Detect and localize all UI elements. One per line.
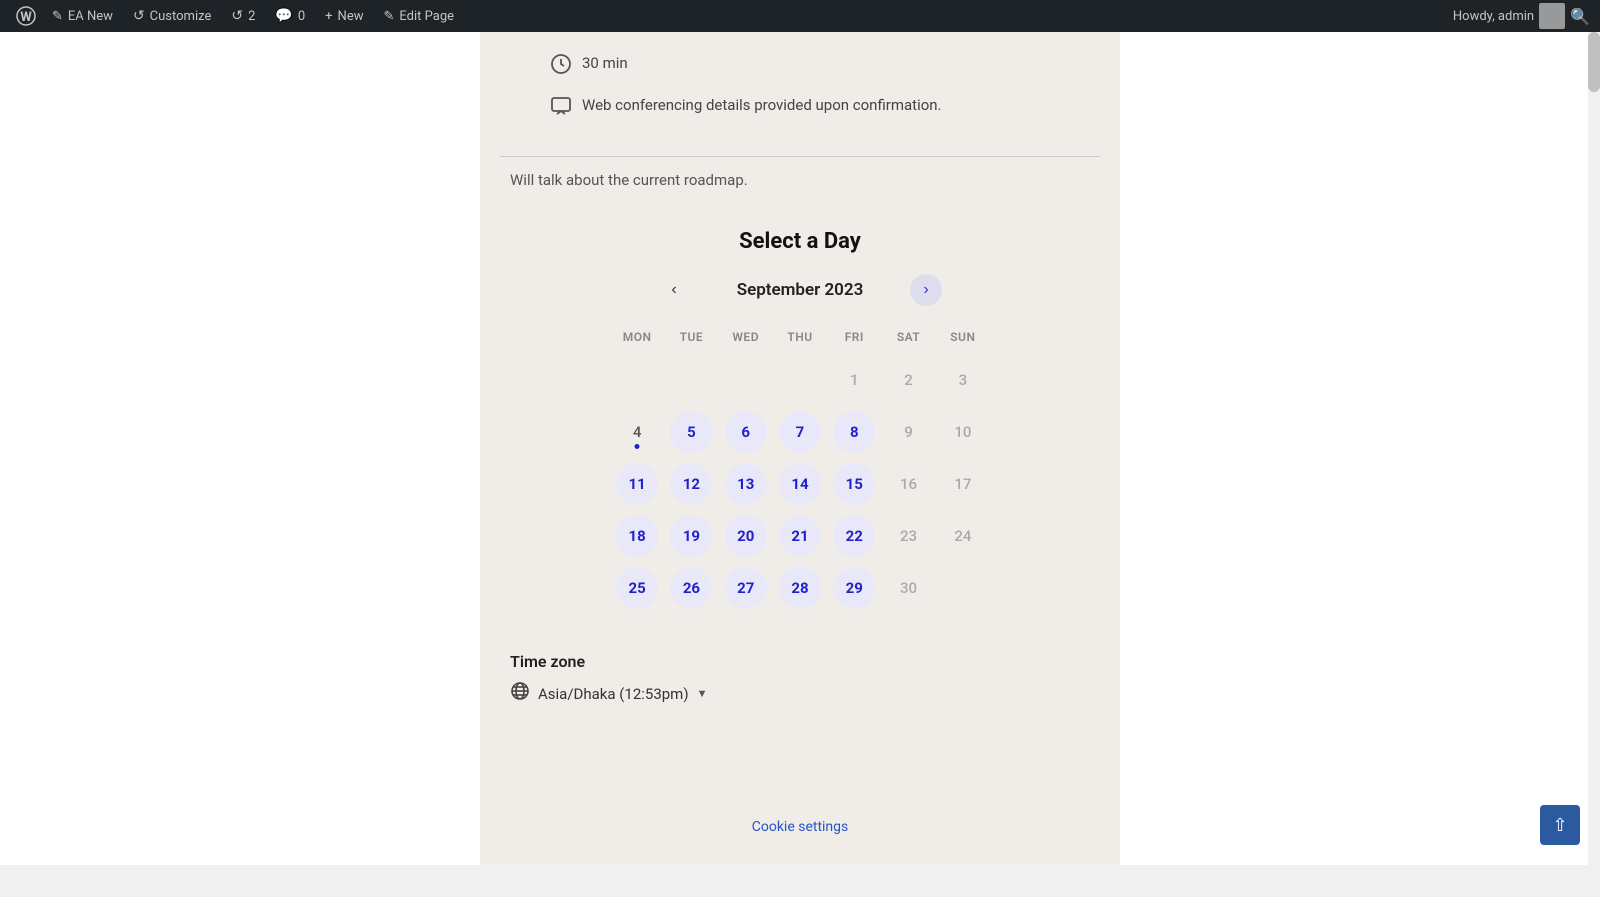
next-month-button[interactable]: ›: [910, 274, 942, 306]
calendar-day: 30: [881, 564, 935, 612]
calendar-day[interactable]: 5: [664, 408, 718, 456]
calendar-day[interactable]: 25: [610, 564, 664, 612]
day-header-wed: WED: [719, 326, 773, 348]
day-header-fri: FRI: [827, 326, 881, 348]
calendar-day[interactable]: 27: [719, 564, 773, 612]
calendar-day: 17: [936, 460, 990, 508]
calendar-day: 1: [827, 356, 881, 404]
svg-text:W: W: [20, 10, 32, 25]
calendar-nav: ‹ September 2023 ›: [510, 274, 1090, 306]
day-headers: MON TUE WED THU FRI SAT SUN: [610, 326, 990, 348]
calendar-day[interactable]: 7: [773, 408, 827, 456]
calendar-section: Select a Day ‹ September 2023 › MON TUE …: [480, 209, 1120, 632]
calendar-day[interactable]: 4: [610, 408, 664, 456]
customize-icon: ↺: [133, 8, 145, 24]
calendar-day[interactable]: 29: [827, 564, 881, 612]
calendar-day: 23: [881, 512, 935, 560]
calendar-title: Select a Day: [510, 229, 1090, 254]
calendar-day: [664, 356, 718, 404]
roadmap-text: Will talk about the current roadmap.: [480, 157, 1120, 209]
calendar-day[interactable]: 14: [773, 460, 827, 508]
calendar-day: 9: [881, 408, 935, 456]
avatar[interactable]: [1539, 3, 1565, 29]
cookie-settings-section: Cookie settings: [480, 796, 1120, 855]
duration-row: 30 min: [550, 52, 1050, 80]
calendar-day[interactable]: 11: [610, 460, 664, 508]
monitor-icon: [550, 95, 572, 122]
timezone-label: Time zone: [510, 652, 1090, 671]
new-label: New: [338, 9, 364, 24]
page-wrapper: 30 min Web conferencing details provided…: [0, 32, 1600, 865]
customize-label: Customize: [150, 9, 212, 24]
calendar-day[interactable]: 26: [664, 564, 718, 612]
scrollbar-track[interactable]: [1588, 32, 1600, 865]
timezone-dropdown-icon: ▼: [697, 687, 708, 700]
adminbar-new[interactable]: + New: [315, 0, 373, 32]
conferencing-text: Web conferencing details provided upon c…: [582, 94, 942, 117]
admin-bar: W ✎ EA New ↺ Customize ↺ 2 💬 0 + New ✎ E…: [0, 0, 1600, 32]
calendar-grid: MON TUE WED THU FRI SAT SUN 123456789101…: [610, 326, 990, 612]
comments-icon: 💬: [275, 8, 292, 24]
adminbar-revisions[interactable]: ↺ 2: [221, 0, 265, 32]
conferencing-row: Web conferencing details provided upon c…: [550, 94, 1050, 122]
calendar-day[interactable]: 15: [827, 460, 881, 508]
adminbar-right: Howdy, admin 🔍: [1453, 3, 1590, 29]
calendar-days: 1234567891011121314151617181920212223242…: [610, 356, 990, 612]
globe-icon: [510, 681, 530, 706]
calendar-day: 10: [936, 408, 990, 456]
cookie-settings-link[interactable]: Cookie settings: [752, 819, 849, 835]
calendar-day[interactable]: 22: [827, 512, 881, 560]
adminbar-ea-new[interactable]: ✎ EA New: [42, 0, 123, 32]
new-icon: +: [325, 9, 332, 24]
calendar-day: [773, 356, 827, 404]
day-header-sat: SAT: [881, 326, 935, 348]
comments-count: 0: [298, 9, 305, 24]
prev-month-button[interactable]: ‹: [658, 274, 690, 306]
duration-text: 30 min: [582, 52, 628, 75]
timezone-value: Asia/Dhaka (12:53pm): [538, 685, 689, 703]
wp-logo[interactable]: W: [10, 0, 42, 32]
revisions-count: 2: [248, 9, 255, 24]
calendar-day: [936, 564, 990, 612]
timezone-section: Time zone Asia/Dhaka (12:53pm) ▼: [480, 632, 1120, 716]
day-header-thu: THU: [773, 326, 827, 348]
month-label: September 2023: [710, 280, 890, 300]
calendar-day: 3: [936, 356, 990, 404]
timezone-selector[interactable]: Asia/Dhaka (12:53pm) ▼: [510, 681, 1090, 706]
ea-new-label: EA New: [68, 9, 113, 24]
calendar-day[interactable]: 6: [719, 408, 773, 456]
calendar-day[interactable]: 13: [719, 460, 773, 508]
calendar-day: 16: [881, 460, 935, 508]
howdy-text: Howdy, admin: [1453, 9, 1534, 24]
day-header-tue: TUE: [664, 326, 718, 348]
calendar-day[interactable]: 28: [773, 564, 827, 612]
adminbar-customize[interactable]: ↺ Customize: [123, 0, 221, 32]
left-spacer: [0, 32, 480, 865]
calendar-day: 24: [936, 512, 990, 560]
calendar-day[interactable]: 19: [664, 512, 718, 560]
adminbar-comments[interactable]: 💬 0: [265, 0, 315, 32]
calendar-day: [610, 356, 664, 404]
adminbar-edit-page[interactable]: ✎ Edit Page: [373, 0, 464, 32]
edit-icon: ✎: [383, 9, 394, 24]
calendar-day[interactable]: 12: [664, 460, 718, 508]
day-header-mon: MON: [610, 326, 664, 348]
revisions-icon: ↺: [231, 8, 243, 24]
scrollbar-thumb[interactable]: [1588, 32, 1600, 92]
main-panel: 30 min Web conferencing details provided…: [480, 32, 1120, 865]
clock-icon: [550, 53, 572, 80]
calendar-day: 2: [881, 356, 935, 404]
calendar-day: [719, 356, 773, 404]
calendar-day[interactable]: 20: [719, 512, 773, 560]
edit-page-label: Edit Page: [399, 9, 454, 24]
calendar-day[interactable]: 18: [610, 512, 664, 560]
day-header-sun: SUN: [936, 326, 990, 348]
pencil-icon: ✎: [52, 9, 63, 24]
calendar-day[interactable]: 21: [773, 512, 827, 560]
calendar-day[interactable]: 8: [827, 408, 881, 456]
scroll-to-top-button[interactable]: ⇧: [1540, 805, 1580, 845]
search-icon[interactable]: 🔍: [1570, 7, 1590, 26]
right-spacer: [1120, 32, 1600, 865]
